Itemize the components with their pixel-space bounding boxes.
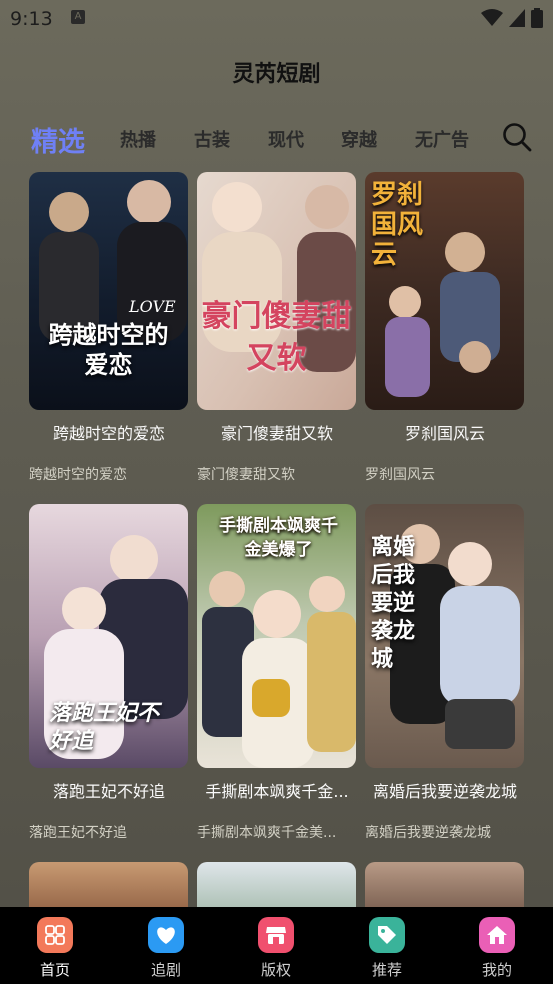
drama-subtitle: 离婚后我要逆袭龙城 — [365, 825, 491, 841]
drama-poster[interactable]: LOVE 跨越时空的爱恋 — [29, 172, 188, 410]
system-icons — [481, 8, 543, 28]
nav-following[interactable]: 追剧 — [126, 917, 206, 980]
drama-card[interactable]: 离婚后我要逆袭龙城 离婚后我要逆袭龙城 离婚后我要逆袭龙城 — [365, 504, 525, 842]
wifi-icon — [481, 9, 503, 26]
drama-title: 落跑王妃不好追 — [52, 782, 165, 801]
drama-grid: LOVE 跨越时空的爱恋 跨越时空的爱恋 跨越时空的爱恋 豪门傻妻甜又软 豪门傻… — [0, 172, 553, 908]
heart-icon — [148, 917, 184, 953]
drama-title: 手撕剧本飒爽千金... — [205, 782, 349, 801]
poster-title-text: 手撕剧本飒爽千金美爆了 — [219, 516, 338, 560]
drama-title: 豪门傻妻甜又软 — [220, 424, 333, 443]
poster-title-text: 罗刹国风云 — [371, 180, 424, 270]
tab-time-travel[interactable]: 穿越 — [341, 126, 377, 152]
drama-card[interactable]: 手撕剧本飒爽千金美爆了 手撕剧本飒爽千金... 手撕剧本飒爽千金美... — [197, 504, 357, 842]
poster-title-text: 跨越时空的爱恋 — [48, 321, 169, 379]
store-icon — [258, 917, 294, 953]
drama-poster[interactable]: 手撕剧本飒爽千金美爆了 — [197, 504, 356, 768]
app-title: 灵芮短剧 — [232, 62, 321, 87]
drama-card[interactable] — [197, 862, 357, 908]
drama-card[interactable]: LOVE 跨越时空的爱恋 跨越时空的爱恋 跨越时空的爱恋 — [29, 172, 189, 484]
nav-copyright[interactable]: 版权 — [236, 917, 316, 980]
nav-label: 推荐 — [371, 961, 402, 979]
drama-poster[interactable]: 离婚后我要逆袭龙城 — [365, 504, 524, 768]
drama-title: 跨越时空的爱恋 — [52, 424, 165, 443]
tab-costume[interactable]: 古装 — [194, 126, 230, 152]
drama-subtitle: 罗刹国风云 — [365, 467, 435, 483]
nav-profile[interactable]: 我的 — [457, 917, 537, 980]
home-grid-icon — [37, 917, 73, 953]
drama-poster[interactable] — [365, 862, 524, 908]
nav-home[interactable]: 首页 — [15, 917, 95, 980]
drama-card[interactable] — [365, 862, 525, 908]
battery-icon — [531, 8, 543, 28]
drama-card[interactable] — [29, 862, 189, 908]
drama-title: 离婚后我要逆袭龙城 — [372, 782, 517, 801]
poster-title-text: 离婚后我要逆袭龙城 — [371, 535, 416, 672]
drama-card[interactable]: 豪门傻妻甜又软 豪门傻妻甜又软 豪门傻妻甜又软 — [197, 172, 357, 484]
drama-poster[interactable] — [29, 862, 188, 908]
tag-icon — [369, 917, 405, 953]
drama-card[interactable]: 落跑王妃不好追 落跑王妃不好追 落跑王妃不好追 — [29, 504, 189, 842]
search-icon[interactable] — [502, 122, 532, 152]
status-time: 9:13 — [10, 8, 53, 30]
drama-subtitle: 手撕剧本飒爽千金美... — [197, 825, 337, 841]
signal-icon — [509, 9, 525, 27]
nav-recommend[interactable]: 推荐 — [347, 917, 427, 980]
nav-label: 追剧 — [150, 961, 181, 979]
tab-hot[interactable]: 热播 — [120, 126, 156, 152]
svg-text:LOVE: LOVE — [128, 297, 176, 316]
drama-poster[interactable] — [197, 862, 356, 908]
house-icon — [479, 917, 515, 953]
nav-label: 首页 — [39, 961, 70, 979]
poster-title-text: 落跑王妃不好追 — [49, 701, 160, 754]
drama-subtitle: 跨越时空的爱恋 — [29, 467, 127, 483]
tab-no-ads[interactable]: 无广告 — [415, 126, 469, 152]
nav-label: 版权 — [260, 961, 291, 979]
drama-subtitle: 落跑王妃不好追 — [29, 825, 127, 841]
drama-card[interactable]: 罗刹国风云 罗刹国风云 罗刹国风云 — [365, 172, 525, 484]
category-tabs: 精选 热播 古装 现代 穿越 无广告 — [0, 118, 490, 162]
poster-title-text: 豪门傻妻甜又软 — [201, 299, 352, 376]
drama-title: 罗刹国风云 — [404, 424, 485, 443]
drama-poster[interactable]: 豪门傻妻甜又软 — [197, 172, 356, 410]
nav-label: 我的 — [481, 961, 512, 979]
drama-poster[interactable]: 落跑王妃不好追 — [29, 504, 188, 768]
status-bar: 9:13 A — [0, 0, 553, 36]
tab-featured[interactable]: 精选 — [31, 120, 85, 159]
drama-subtitle: 豪门傻妻甜又软 — [197, 467, 295, 483]
drama-poster[interactable]: 罗刹国风云 — [365, 172, 524, 410]
notification-icon: A — [71, 10, 85, 24]
bottom-nav: 首页 追剧 版权 推荐 我的 — [0, 907, 553, 984]
tab-modern[interactable]: 现代 — [268, 126, 304, 152]
